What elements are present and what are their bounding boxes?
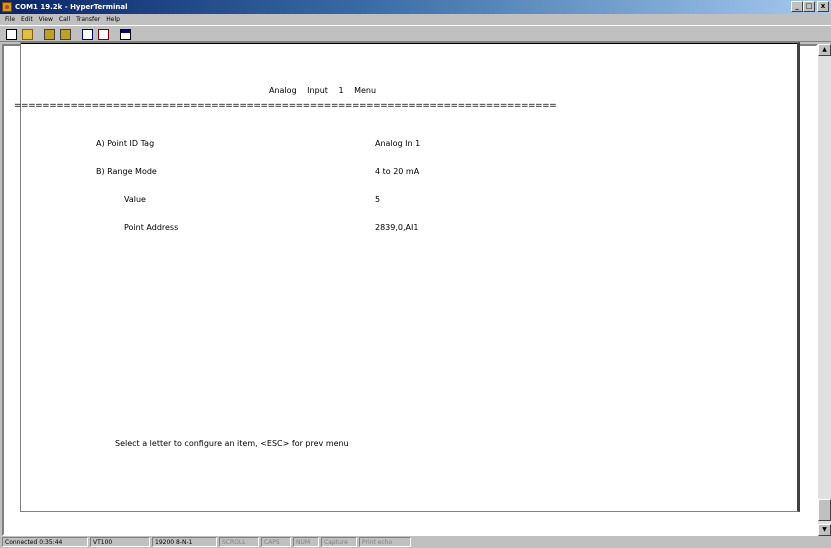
status-bar: Connected 0:35:44 VT100 19200 8-N-1 SCRO…: [0, 537, 831, 548]
menu-title: Analog Input 1 Menu: [269, 86, 377, 95]
status-caps: CAPS: [261, 537, 291, 547]
vertical-scrollbar[interactable]: ▲ ▼: [818, 44, 831, 536]
menu-transfer[interactable]: Transfer: [74, 14, 104, 25]
scroll-thumb[interactable]: [818, 499, 831, 521]
prompt-text: Select a letter to configure an item, <E…: [115, 439, 349, 448]
point-id-tag-label: A) Point ID Tag: [96, 139, 155, 148]
scroll-down-icon[interactable]: ▼: [818, 524, 831, 536]
value-label: Value: [124, 195, 146, 204]
point-address-label: Point Address: [124, 223, 179, 232]
call-icon[interactable]: [41, 27, 56, 40]
close-button[interactable]: x: [817, 1, 829, 12]
value-value: 5: [375, 195, 381, 204]
menu-view[interactable]: View: [37, 14, 57, 25]
new-file-icon[interactable]: [3, 27, 18, 40]
status-print-echo: Print echo: [359, 537, 411, 547]
terminal-border: [21, 43, 797, 44]
toolbar: [0, 25, 831, 42]
point-id-tag-value: Analog In 1: [375, 139, 421, 148]
range-mode-label: B) Range Mode: [96, 167, 157, 176]
status-capture: Capture: [321, 537, 357, 547]
window-controls: _ □ x: [791, 1, 829, 12]
divider: ========================================…: [14, 101, 557, 111]
scroll-up-icon[interactable]: ▲: [818, 44, 831, 56]
menu-bar: File Edit View Call Transfer Help: [0, 14, 831, 25]
status-scroll: SCROLL: [219, 537, 259, 547]
hyperterminal-icon[interactable]: [2, 2, 12, 12]
menu-call[interactable]: Call: [57, 14, 74, 25]
window-title: COM1 19.2k - HyperTerminal: [15, 3, 128, 11]
status-connected: Connected 0:35:44: [2, 537, 88, 547]
menu-file[interactable]: File: [3, 14, 19, 25]
send-icon[interactable]: [79, 27, 94, 40]
maximize-button[interactable]: □: [803, 1, 815, 12]
status-settings: 19200 8-N-1: [152, 537, 217, 547]
title-bar[interactable]: COM1 19.2k - HyperTerminal _ □ x: [0, 0, 831, 14]
disconnect-icon[interactable]: [57, 27, 72, 40]
status-num: NUM: [293, 537, 319, 547]
open-icon[interactable]: [19, 27, 34, 40]
point-address-value: 2839,0,AI1: [375, 223, 419, 232]
receive-icon[interactable]: [95, 27, 110, 40]
minimize-button[interactable]: _: [791, 1, 803, 12]
status-emulation: VT100: [90, 537, 150, 547]
menu-edit[interactable]: Edit: [19, 14, 37, 25]
range-mode-value: 4 to 20 mA: [375, 167, 420, 176]
properties-icon[interactable]: [117, 27, 132, 40]
menu-help[interactable]: Help: [104, 14, 124, 25]
